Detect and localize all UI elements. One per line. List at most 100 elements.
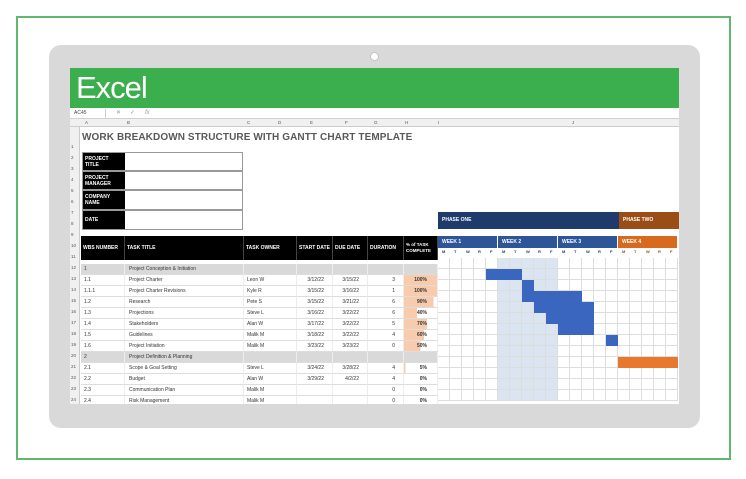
column-header-j[interactable]: J xyxy=(572,120,574,125)
cell-due[interactable]: 3/22/22 xyxy=(333,319,368,330)
cell-owner[interactable]: Malik M xyxy=(244,341,297,352)
cell-due[interactable]: 3/15/22 xyxy=(333,275,368,286)
cell-wbs[interactable]: 2.1 xyxy=(81,363,125,374)
cell-title[interactable]: Project Charter Revisions xyxy=(125,286,244,297)
cell-due[interactable]: 3/22/22 xyxy=(333,308,368,319)
cell-pct[interactable]: 0% xyxy=(404,385,438,396)
cell-due[interactable] xyxy=(333,385,368,396)
cell-title[interactable]: Projections xyxy=(125,308,244,319)
cell-due[interactable]: 3/23/22 xyxy=(333,341,368,352)
row-header-10[interactable]: 10 xyxy=(71,243,76,248)
cell-pct[interactable]: 100% xyxy=(404,275,438,286)
row-header-15[interactable]: 15 xyxy=(71,298,76,303)
cell-title[interactable]: Communication Plan xyxy=(125,385,244,396)
cell-duration[interactable]: 4 xyxy=(368,330,404,341)
name-box[interactable]: AC45 xyxy=(72,109,106,118)
row-header-8[interactable]: 8 xyxy=(71,221,74,226)
column-header-a[interactable]: A xyxy=(85,120,88,125)
cell-due[interactable]: 4/2/22 xyxy=(333,374,368,385)
cell-pct[interactable]: 40% xyxy=(404,308,438,319)
cell-wbs[interactable]: 1.3 xyxy=(81,308,125,319)
cell-start[interactable]: 3/29/22 xyxy=(297,374,333,385)
cell-start[interactable]: 3/23/22 xyxy=(297,341,333,352)
cell-pct[interactable]: 90% xyxy=(404,297,438,308)
row-header-24[interactable]: 24 xyxy=(71,397,76,402)
cell-owner[interactable] xyxy=(244,352,297,363)
column-header-g[interactable]: G xyxy=(374,120,378,125)
row-header-17[interactable]: 17 xyxy=(71,320,76,325)
row-header-18[interactable]: 18 xyxy=(71,331,76,336)
row-header-16[interactable]: 16 xyxy=(71,309,76,314)
cell-due[interactable]: 3/21/22 xyxy=(333,297,368,308)
cell-owner[interactable]: Pete S xyxy=(244,297,297,308)
project-info-value[interactable] xyxy=(125,211,242,229)
cell-owner[interactable]: Kyle R xyxy=(244,286,297,297)
cell-wbs[interactable]: 1.4 xyxy=(81,319,125,330)
cell-owner[interactable]: Steve L xyxy=(244,363,297,374)
row-header-19[interactable]: 19 xyxy=(71,342,76,347)
cell-pct[interactable]: 5% xyxy=(404,363,438,374)
cell-owner[interactable]: Alan W xyxy=(244,319,297,330)
cell-wbs[interactable]: 1.5 xyxy=(81,330,125,341)
column-header-h[interactable]: H xyxy=(405,120,408,125)
row-header-4[interactable]: 4 xyxy=(71,177,74,182)
row-header-23[interactable]: 23 xyxy=(71,386,76,391)
cell-due[interactable] xyxy=(333,264,368,275)
row-header-2[interactable]: 2 xyxy=(71,155,74,160)
cell-start[interactable]: 3/24/22 xyxy=(297,363,333,374)
cell-pct[interactable]: 100% xyxy=(404,286,438,297)
x-icon[interactable]: ✕ xyxy=(116,109,121,118)
cell-duration[interactable]: 0 xyxy=(368,396,404,404)
cell-owner[interactable]: Alan W xyxy=(244,374,297,385)
project-info-value[interactable] xyxy=(125,172,242,189)
cell-title[interactable]: Project Definition & Planning xyxy=(125,352,244,363)
cell-due[interactable]: 3/28/22 xyxy=(333,363,368,374)
row-header-14[interactable]: 14 xyxy=(71,287,76,292)
column-header-f[interactable]: F xyxy=(345,120,348,125)
cell-owner[interactable]: Malik M xyxy=(244,330,297,341)
cell-owner[interactable]: Leon W xyxy=(244,275,297,286)
row-header-20[interactable]: 20 xyxy=(71,353,76,358)
cell-start[interactable] xyxy=(297,264,333,275)
row-header-22[interactable]: 22 xyxy=(71,375,76,380)
cell-duration[interactable]: 6 xyxy=(368,308,404,319)
cell-start[interactable]: 3/15/22 xyxy=(297,297,333,308)
cell-due[interactable] xyxy=(333,352,368,363)
cell-title[interactable]: Scope & Goal Setting xyxy=(125,363,244,374)
cell-title[interactable]: Guidelines xyxy=(125,330,244,341)
cell-duration[interactable]: 6 xyxy=(368,297,404,308)
cell-wbs[interactable]: 1.1 xyxy=(81,275,125,286)
cell-owner[interactable]: Steve L xyxy=(244,308,297,319)
row-header-3[interactable]: 3 xyxy=(71,166,74,171)
cell-wbs[interactable]: 1.2 xyxy=(81,297,125,308)
cell-due[interactable]: 3/22/22 xyxy=(333,330,368,341)
cell-start[interactable]: 3/16/22 xyxy=(297,308,333,319)
cell-start[interactable]: 3/12/22 xyxy=(297,275,333,286)
cell-pct[interactable]: 50% xyxy=(404,341,438,352)
cell-pct[interactable]: 0% xyxy=(404,396,438,404)
cell-start[interactable] xyxy=(297,396,333,404)
cell-wbs[interactable]: 2.2 xyxy=(81,374,125,385)
cell-duration[interactable]: 0 xyxy=(368,385,404,396)
column-header-i[interactable]: I xyxy=(438,120,439,125)
cell-start[interactable]: 3/18/22 xyxy=(297,330,333,341)
cell-title[interactable]: Risk Management xyxy=(125,396,244,404)
fx-icon[interactable]: fx xyxy=(145,109,150,118)
cell-start[interactable]: 3/17/22 xyxy=(297,319,333,330)
cell-title[interactable]: Budget xyxy=(125,374,244,385)
cell-duration[interactable]: 3 xyxy=(368,275,404,286)
cell-duration[interactable] xyxy=(368,352,404,363)
column-header-b[interactable]: B xyxy=(127,120,130,125)
column-header-c[interactable]: C xyxy=(247,120,250,125)
cell-pct[interactable]: 60% xyxy=(404,330,438,341)
cell-start[interactable] xyxy=(297,385,333,396)
row-header-12[interactable]: 12 xyxy=(71,265,76,270)
cell-owner[interactable]: Malik M xyxy=(244,385,297,396)
cell-start[interactable]: 3/15/22 xyxy=(297,286,333,297)
project-info-value[interactable] xyxy=(125,191,242,209)
cell-title[interactable]: Project Initiation xyxy=(125,341,244,352)
cell-duration[interactable]: 0 xyxy=(368,341,404,352)
row-header-9[interactable]: 9 xyxy=(71,232,74,237)
row-header-5[interactable]: 5 xyxy=(71,188,74,193)
row-header-6[interactable]: 6 xyxy=(71,199,74,204)
